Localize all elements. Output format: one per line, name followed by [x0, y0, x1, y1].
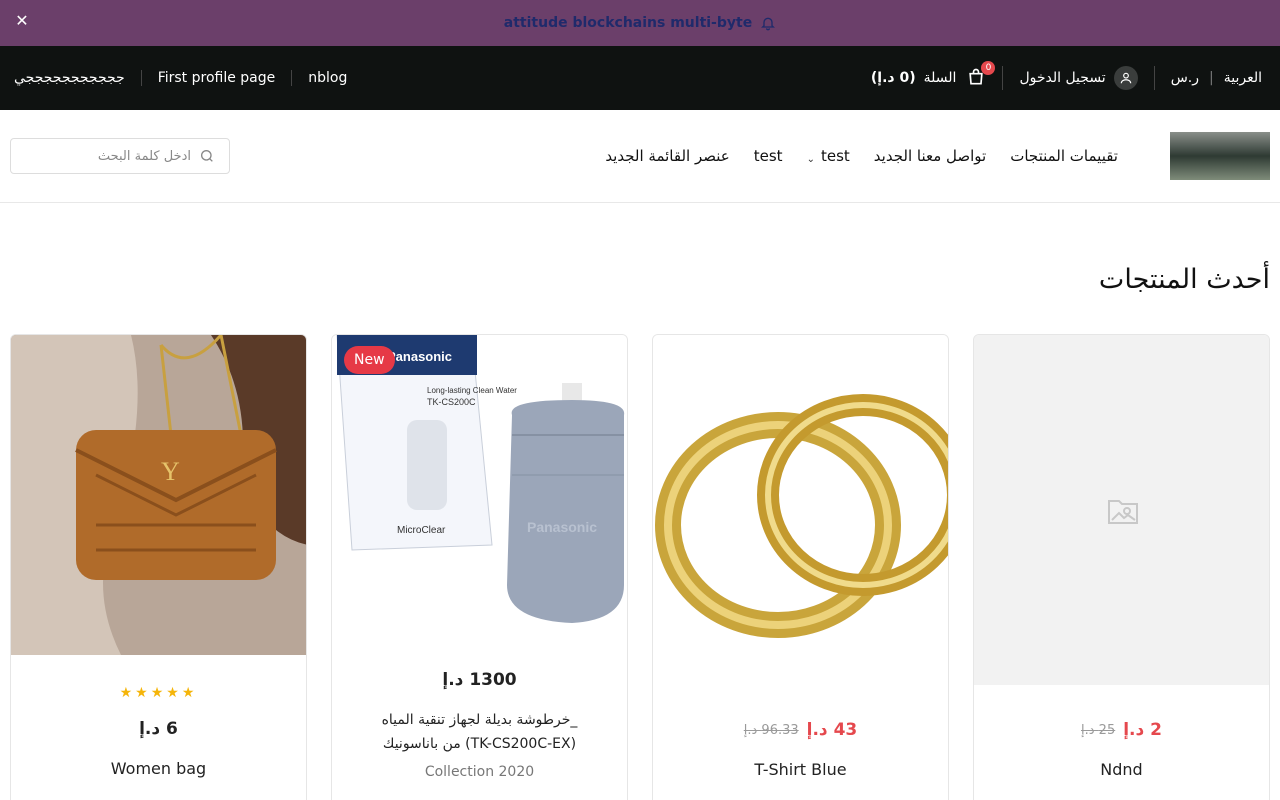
- announcement-bar: ✕ attitude blockchains multi-byte: [0, 0, 1280, 46]
- product-info: 2 د.إ 25 د.إ Ndnd: [974, 720, 1269, 779]
- svg-text:Y: Y: [161, 457, 180, 486]
- star-rating: ★★★★★: [119, 685, 198, 701]
- product-card[interactable]: Panasonic Long-lasting Clean Water TK-CS…: [331, 334, 628, 800]
- store-logo[interactable]: [1170, 132, 1270, 180]
- divider: [1153, 66, 1155, 90]
- product-info: 43 د.إ 96.33 د.إ T-Shirt Blue: [653, 720, 948, 779]
- close-icon[interactable]: ✕: [12, 11, 32, 31]
- product-name[interactable]: _خرطوشة بديلة لجهاز تنقية المياه (TK-CS2…: [332, 708, 627, 756]
- currency-label[interactable]: ر.س: [1171, 70, 1199, 86]
- nav-label: تقييمات المنتجات: [1010, 147, 1118, 165]
- svg-text:Panasonic: Panasonic: [527, 519, 597, 535]
- login-label: تسجيل الدخول: [1019, 70, 1106, 86]
- link-custom-page[interactable]: جججججججججججي: [14, 70, 141, 86]
- product-name[interactable]: T-Shirt Blue: [653, 760, 948, 779]
- nav-label: تواصل معنا الجديد: [873, 147, 987, 165]
- login-button[interactable]: تسجيل الدخول: [1019, 66, 1138, 90]
- product-price: 1300 د.إ: [442, 670, 517, 690]
- svg-text:MicroClear: MicroClear: [397, 525, 446, 536]
- product-name[interactable]: Women bag: [11, 759, 306, 778]
- bell-icon: [761, 17, 776, 31]
- svg-text:Panasonic: Panasonic: [387, 349, 452, 364]
- nav-item-test[interactable]: test: [754, 147, 783, 165]
- product-image[interactable]: Y: [11, 335, 306, 655]
- product-info: ★★★★★ 6 د.إ Women bag: [11, 685, 306, 778]
- nav-label: عنصر القائمة الجديد: [605, 147, 730, 165]
- divider: [1002, 66, 1004, 90]
- nav-label: test: [820, 147, 850, 165]
- section-title: أحدث المنتجات: [1098, 264, 1270, 295]
- product-old-price: 25 د.إ: [1081, 722, 1116, 738]
- announcement-message: attitude blockchains multi-byte: [504, 15, 776, 31]
- top-actions: العربية | ر.س تسجيل الدخول 0 السلة (0 د.…: [871, 46, 1262, 110]
- language-label[interactable]: العربية: [1224, 70, 1262, 86]
- cart-amount: (0 د.إ): [870, 70, 916, 86]
- cart-button[interactable]: 0 السلة (0 د.إ): [870, 61, 996, 89]
- nav-item-new-menu[interactable]: عنصر القائمة الجديد: [605, 147, 729, 165]
- svg-text:TK-CS200C: TK-CS200C: [427, 397, 476, 407]
- product-collection: Collection 2020: [424, 764, 535, 780]
- product-card[interactable]: 2 د.إ 25 د.إ Ndnd: [973, 334, 1270, 800]
- language-currency[interactable]: العربية | ر.س: [1171, 70, 1262, 86]
- main-nav: تقييمات المنتجات تواصل معنا الجديد test ⌄…: [605, 110, 1118, 202]
- price-row: 1300 د.إ: [332, 670, 627, 690]
- svg-text:Long-lasting Clean Water: Long-lasting Clean Water: [427, 386, 517, 395]
- product-card[interactable]: 43 د.إ 96.33 د.إ T-Shirt Blue: [652, 334, 949, 800]
- product-grid: Y ★★★★★ 6 د.إ Women bag Panasonic Long-l…: [10, 334, 1270, 800]
- product-card[interactable]: Y ★★★★★ 6 د.إ Women bag: [10, 334, 307, 800]
- user-icon: [1113, 66, 1138, 90]
- price-row: 43 د.إ 96.33 د.إ: [653, 720, 948, 740]
- new-badge: New: [344, 346, 395, 374]
- product-name[interactable]: Ndnd: [974, 760, 1269, 779]
- product-name-line: (TK-CS200C-EX) من باناسونيك: [382, 736, 577, 752]
- link-blog[interactable]: nblog: [291, 70, 363, 86]
- product-name-line: _خرطوشة بديلة لجهاز تنقية المياه: [381, 712, 578, 728]
- top-links: جججججججججججي First profile page nblog: [14, 46, 363, 110]
- image-placeholder-icon: [1108, 500, 1138, 524]
- product-price: 6 د.إ: [139, 719, 178, 739]
- announcement-text: attitude blockchains multi-byte: [503, 15, 753, 31]
- product-info: 1300 د.إ _خرطوشة بديلة لجهاز تنقية الميا…: [332, 670, 627, 780]
- top-bar: جججججججججججي First profile page nblog ال…: [0, 46, 1280, 110]
- search-box[interactable]: [10, 138, 230, 174]
- nav-item-contact[interactable]: تواصل معنا الجديد: [874, 147, 986, 165]
- product-old-price: 96.33 د.إ: [743, 722, 799, 738]
- product-sale-price: 2 د.إ: [1123, 720, 1162, 740]
- nav-label: test: [753, 147, 783, 165]
- nav-item-test-dropdown[interactable]: test ⌄: [807, 147, 850, 165]
- price-row: 6 د.إ: [11, 719, 306, 739]
- shopping-bag-icon: 0: [964, 61, 996, 89]
- lang-divider: |: [1209, 70, 1214, 86]
- main-header: تقييمات المنتجات تواصل معنا الجديد test ⌄…: [0, 110, 1280, 203]
- product-image[interactable]: [653, 335, 948, 685]
- cart-count-badge: 0: [981, 61, 996, 75]
- product-image[interactable]: Panasonic Long-lasting Clean Water TK-CS…: [332, 335, 627, 645]
- product-sale-price: 43 د.إ: [806, 720, 858, 740]
- chevron-down-icon: ⌄: [806, 153, 815, 165]
- cart-label: السلة: [923, 70, 957, 86]
- search-icon: [201, 150, 213, 162]
- product-image-placeholder[interactable]: [974, 335, 1269, 685]
- price-row: 2 د.إ 25 د.إ: [974, 720, 1269, 740]
- search-input[interactable]: [31, 148, 191, 164]
- nav-item-product-reviews[interactable]: تقييمات المنتجات: [1010, 147, 1118, 165]
- link-first-profile-page[interactable]: First profile page: [140, 70, 292, 86]
